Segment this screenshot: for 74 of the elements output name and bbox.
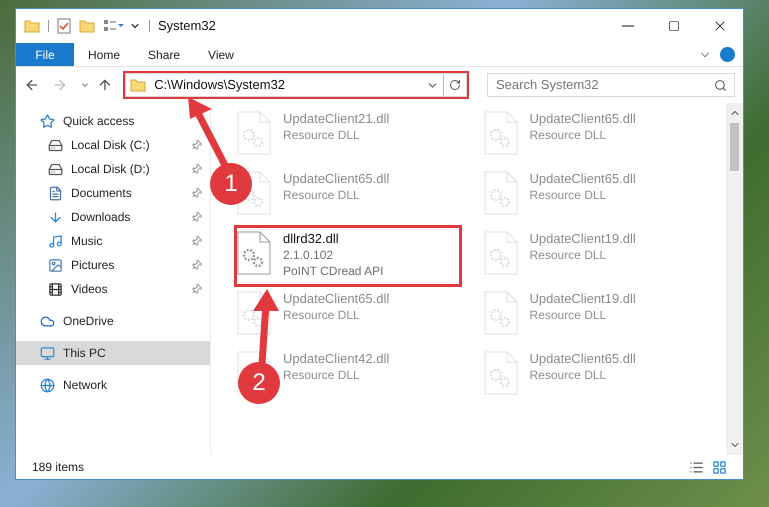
cloud-icon <box>40 314 55 328</box>
sidebar-item[interactable]: Local Disk (C:) <box>16 133 210 157</box>
properties-icon <box>57 18 71 34</box>
file-detail: Resource DLL <box>530 187 608 203</box>
file-detail: Resource DLL <box>283 127 361 143</box>
file-detail: Resource DLL <box>283 367 361 383</box>
sidebar-item[interactable]: Downloads <box>16 205 210 229</box>
file-detail: Resource DLL <box>530 307 608 323</box>
details-view-icon[interactable] <box>689 460 704 474</box>
minimize-icon <box>622 25 634 27</box>
ribbon-tab[interactable]: View <box>194 43 248 66</box>
down-arrow-icon <box>48 210 63 224</box>
sidebar-label: Pictures <box>71 257 116 274</box>
file-detail: PoINT CDread API <box>283 263 384 279</box>
document-icon <box>48 186 63 200</box>
sidebar-label: Local Disk (D:) <box>71 161 151 178</box>
sidebar-label: Videos <box>71 281 108 298</box>
back-icon[interactable] <box>24 77 40 93</box>
sidebar-label: Documents <box>71 185 133 202</box>
sidebar-item[interactable]: Local Disk (D:) <box>16 157 210 181</box>
file-detail: Resource DLL <box>283 307 361 323</box>
tiles-view-icon[interactable] <box>712 460 727 474</box>
folder-icon <box>24 18 40 34</box>
ribbon-tab[interactable]: Home <box>74 43 134 66</box>
scrollbar[interactable] <box>726 103 743 455</box>
sidebar-item[interactable]: OneDrive <box>16 309 210 333</box>
file-detail: Resource DLL <box>530 247 608 263</box>
music-note-icon <box>48 234 63 248</box>
search-field[interactable]: Search System32 <box>487 72 735 97</box>
help-icon[interactable] <box>720 47 735 62</box>
ribbon-tab[interactable]: File <box>16 43 74 66</box>
monitor-icon <box>40 346 55 360</box>
gear-file-icon <box>484 171 518 215</box>
gear-file-icon <box>484 351 518 395</box>
maximize-icon <box>668 20 680 32</box>
item-count: 189 items <box>32 459 84 476</box>
customize-toolbar-icon <box>103 19 125 33</box>
sidebar-label: OneDrive <box>63 313 115 330</box>
globe-icon <box>40 378 55 392</box>
sidebar-label: This PC <box>63 345 107 362</box>
refresh-icon[interactable] <box>449 79 461 91</box>
sidebar-item[interactable]: Documents <box>16 181 210 205</box>
gear-file-icon <box>484 231 518 275</box>
sidebar-label: Music <box>71 233 104 250</box>
address-path: C:\Windows\System32 <box>154 76 286 94</box>
sidebar-label: Quick access <box>63 113 136 130</box>
gear-file-icon <box>484 111 518 155</box>
sidebar-item[interactable]: Videos <box>16 277 210 301</box>
address-bar[interactable]: C:\Windows\System32 <box>125 73 467 97</box>
gear-file-icon <box>237 111 271 155</box>
gear-file-icon <box>484 291 518 335</box>
new-folder-icon <box>79 18 95 34</box>
star-icon <box>40 114 55 128</box>
sidebar-item[interactable]: This PC <box>16 341 210 365</box>
picture-icon <box>48 258 63 272</box>
window-title: System32 <box>158 17 216 36</box>
file-detail: Resource DLL <box>530 367 608 383</box>
gear-file-icon <box>237 231 271 275</box>
search-icon <box>714 78 727 92</box>
sidebar-label: Network <box>63 377 108 394</box>
sidebar-item[interactable]: Music <box>16 229 210 253</box>
file-name[interactable]: dllrd32.dll <box>283 231 384 247</box>
file-detail: 2.1.0.102 <box>283 247 334 263</box>
sidebar-item[interactable]: Network <box>16 373 210 397</box>
file-detail: Resource DLL <box>530 127 608 143</box>
sidebar-item[interactable]: Quick access <box>16 109 210 133</box>
file-detail: Resource DLL <box>283 187 361 203</box>
sidebar-label: Downloads <box>71 209 132 226</box>
ribbon-tab[interactable]: Share <box>134 43 194 66</box>
folder-icon <box>130 77 146 93</box>
film-icon <box>48 282 63 296</box>
sidebar-item[interactable]: Pictures <box>16 253 210 277</box>
scrollbar-thumb[interactable] <box>730 123 739 171</box>
sidebar-label: Local Disk (C:) <box>71 137 151 154</box>
